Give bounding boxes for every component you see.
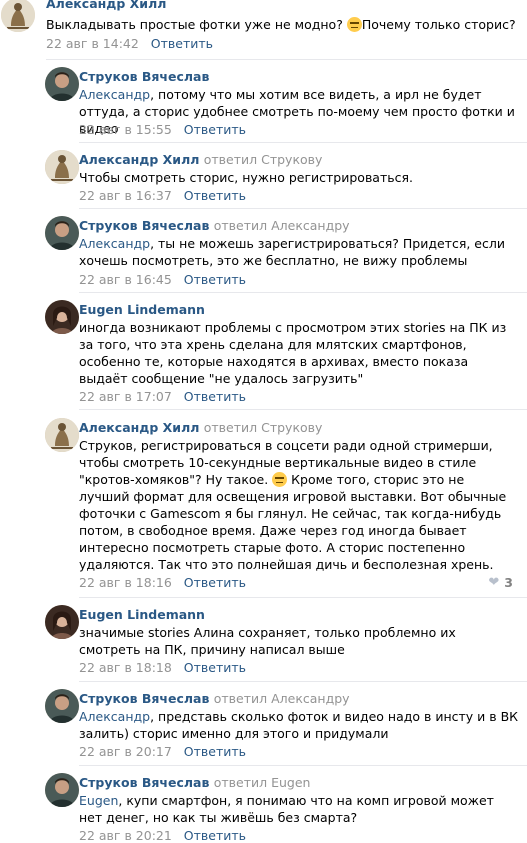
separator bbox=[79, 681, 527, 682]
reply-button[interactable]: Ответить bbox=[184, 122, 246, 137]
comment-date[interactable]: 22 авг в 20:17 bbox=[79, 744, 172, 759]
separator bbox=[79, 292, 527, 293]
separator bbox=[79, 142, 527, 143]
avatar-strukov[interactable] bbox=[45, 689, 79, 723]
comment-date[interactable]: 22 авг в 18:18 bbox=[79, 660, 172, 675]
comment-meta: 22 авг в 15:55 Ответить bbox=[79, 122, 246, 137]
avatar-strukov[interactable] bbox=[45, 773, 79, 807]
comment-meta: 22 авг в 16:37 Ответить bbox=[79, 188, 246, 203]
avatar-strukov[interactable] bbox=[45, 216, 79, 250]
mention-link[interactable]: Eugen bbox=[79, 793, 118, 808]
comment-author[interactable]: Струков Вячеслав bbox=[79, 69, 209, 84]
separator bbox=[79, 409, 527, 410]
comment-meta: 22 авг в 20:17 Ответить bbox=[79, 744, 246, 759]
mention-link[interactable]: Александр bbox=[79, 87, 150, 102]
reply-button[interactable]: Ответить bbox=[184, 660, 246, 675]
mention-link[interactable]: Александр bbox=[79, 236, 150, 251]
avatar-eugen[interactable] bbox=[45, 605, 79, 639]
mention-link[interactable]: Александр bbox=[79, 709, 150, 724]
comment-meta: 22 авг в 18:16 Ответить bbox=[79, 575, 246, 590]
comment-author[interactable]: Александр Хилл ответил Струкову bbox=[79, 152, 322, 167]
comment-text: значимые stories Алина сохраняет, только… bbox=[79, 625, 456, 657]
comment-date[interactable]: 22 авг в 14:42 bbox=[46, 36, 139, 51]
comment-date[interactable]: 22 авг в 17:07 bbox=[79, 389, 172, 404]
neutral-face-emoji-icon bbox=[272, 472, 288, 487]
comment-meta: 22 авг в 16:45 Ответить bbox=[79, 272, 246, 287]
comment-date[interactable]: 22 авг в 16:45 bbox=[79, 272, 172, 287]
heart-icon: ❤ bbox=[488, 575, 500, 590]
like-button[interactable]: ❤ 3 bbox=[488, 575, 513, 590]
avatar-alexander[interactable] bbox=[45, 150, 79, 184]
comment-author[interactable]: Eugen Lindemann bbox=[79, 302, 205, 317]
comment-meta: 22 авг в 14:42 Ответить bbox=[46, 36, 213, 51]
comment-date[interactable]: 22 авг в 16:37 bbox=[79, 188, 172, 203]
reply-button[interactable]: Ответить bbox=[184, 575, 246, 590]
comment-text: Eugen, купи смартфон, я понимаю что на к… bbox=[79, 793, 494, 825]
comment-text: Чтобы смотреть сторис, нужно регистриров… bbox=[79, 170, 413, 185]
reply-button[interactable]: Ответить bbox=[184, 272, 246, 287]
comment-text: Струков, регистрироваться в соцсети ради… bbox=[79, 438, 507, 572]
comment-meta: 22 авг в 17:07 Ответить bbox=[79, 389, 246, 404]
reply-to-label: ответил Eugen bbox=[213, 775, 311, 790]
avatar-alexander[interactable] bbox=[1, 0, 35, 32]
separator bbox=[79, 765, 527, 766]
separator bbox=[79, 208, 527, 209]
reply-button[interactable]: Ответить bbox=[151, 36, 213, 51]
comment-date[interactable]: 22 авг в 15:55 bbox=[79, 122, 172, 137]
reply-button[interactable]: Ответить bbox=[184, 389, 246, 404]
like-count: 3 bbox=[504, 575, 513, 590]
reply-button[interactable]: Ответить bbox=[184, 744, 246, 759]
reply-to-label: ответил Александру bbox=[213, 691, 350, 706]
avatar-eugen[interactable] bbox=[45, 300, 79, 334]
reply-button[interactable]: Ответить bbox=[184, 188, 246, 203]
comment-text: Александр, представь сколько фоток и вид… bbox=[79, 709, 519, 741]
comment-text: Александр, ты не можешь зарегистрировать… bbox=[79, 236, 505, 268]
comment-author[interactable]: Eugen Lindemann bbox=[79, 607, 205, 622]
reply-to-label: ответил Струкову bbox=[203, 152, 323, 167]
comment-author[interactable]: Александр Хилл ответил Струкову bbox=[79, 420, 322, 435]
neutral-face-emoji-icon bbox=[346, 17, 362, 32]
comment-date[interactable]: 22 авг в 18:16 bbox=[79, 575, 172, 590]
comment-meta: 22 авг в 18:18 Ответить bbox=[79, 660, 246, 675]
comment-author[interactable]: Александр Хилл bbox=[46, 0, 166, 11]
reply-to-label: ответил Струкову bbox=[203, 420, 323, 435]
reply-to-label: ответил Александру bbox=[213, 218, 350, 233]
comment-text: иногда возникают проблемы с просмотром э… bbox=[79, 320, 507, 386]
separator bbox=[46, 59, 527, 60]
comment-author[interactable]: Струков Вячеслав ответил Eugen bbox=[79, 775, 310, 790]
separator bbox=[79, 597, 527, 598]
avatar-strukov[interactable] bbox=[45, 67, 79, 101]
comment-author[interactable]: Струков Вячеслав ответил Александру bbox=[79, 218, 350, 233]
avatar-alexander[interactable] bbox=[45, 418, 79, 452]
comment-text: Выкладывать простые фотки уже не модно? … bbox=[46, 17, 516, 32]
comment-author[interactable]: Струков Вячеслав ответил Александру bbox=[79, 691, 350, 706]
